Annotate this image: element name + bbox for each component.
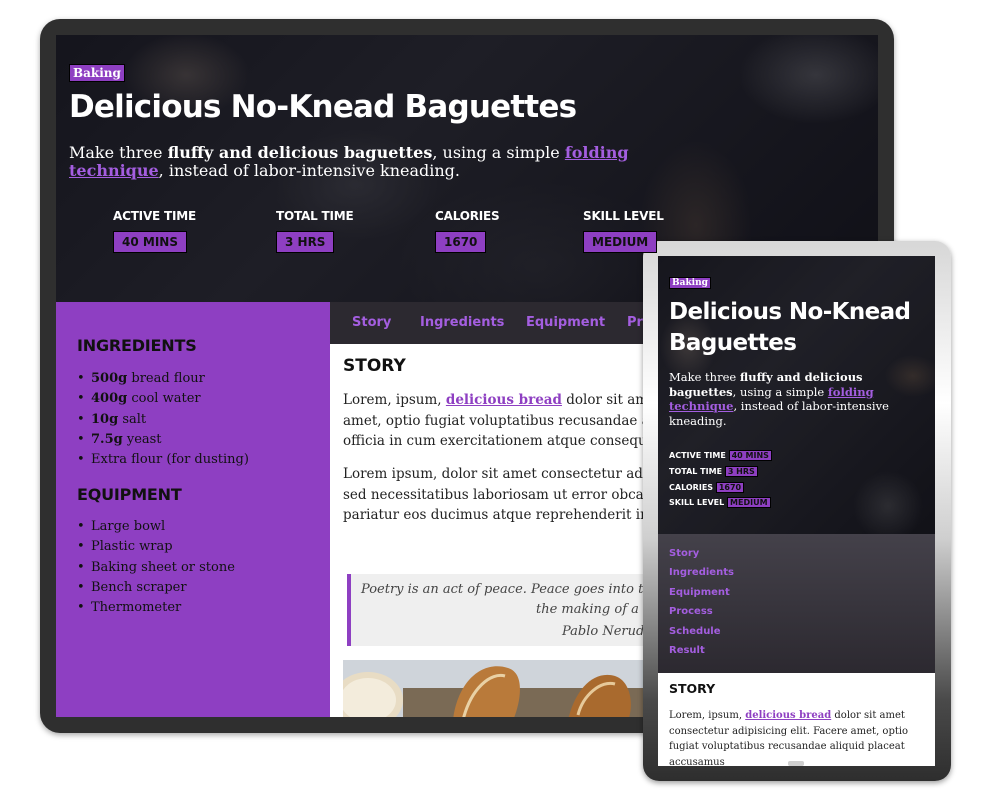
tablet-stat-calories: CALORIES 1670 [669, 482, 745, 493]
category-tag[interactable]: Baking [69, 64, 125, 82]
tablet-nav-process[interactable]: Process [669, 606, 713, 617]
ingredient-item: Extra flour (for dusting) [77, 450, 249, 471]
quote-text: Poetry is an act of peace. Peace goes in… [361, 582, 676, 597]
subtitle-text: Make three [69, 143, 168, 162]
tablet-nav-result[interactable]: Result [669, 645, 705, 656]
equipment-heading: EQUIPMENT [77, 485, 182, 504]
stat-value: 1670 [435, 231, 487, 253]
stat-label: SKILL LEVEL [583, 209, 664, 223]
ingredient-item: 7.5g yeast [77, 430, 249, 451]
stat-total-time: TOTAL TIME 3 HRS [276, 209, 354, 253]
equipment-item: Plastic wrap [77, 537, 235, 558]
stat-value: 40 MINS [113, 231, 187, 253]
tablet-screen: Baking Delicious No-Knead Baguettes Make… [658, 256, 935, 766]
tablet-delicious-bread-link[interactable]: delicious bread [745, 710, 831, 721]
tablet-stat-total-time: TOTAL TIME 3 HRS [669, 466, 758, 477]
subtitle-bold: fluffy and delicious baguettes [167, 143, 433, 162]
tablet-stat-skill-level: SKILL LEVEL MEDIUM [669, 497, 771, 508]
stat-calories: CALORIES 1670 [435, 209, 500, 253]
tablet-nav-schedule[interactable]: Schedule [669, 626, 721, 637]
tablet-hero-banner: Baking Delicious No-Knead Baguettes Make… [658, 256, 935, 534]
equipment-item: Large bowl [77, 517, 235, 538]
hero-subtitle: Make three fluffy and delicious baguette… [69, 144, 629, 180]
delicious-bread-link[interactable]: delicious bread [446, 392, 562, 408]
tablet-story-section: STORY Lorem, ipsum, delicious bread dolo… [658, 673, 935, 766]
stat-label: CALORIES [435, 209, 500, 223]
equipment-item: Bench scraper [77, 578, 235, 599]
ingredients-heading: INGREDIENTS [77, 336, 197, 355]
tablet-story-heading: STORY [669, 681, 716, 696]
stat-value: 3 HRS [276, 231, 335, 253]
tablet-page-title: Delicious No-Knead Baguettes [669, 299, 911, 356]
tablet-nav-equipment[interactable]: Equipment [669, 587, 730, 598]
stat-skill-level: SKILL LEVEL MEDIUM [583, 209, 664, 253]
quote-author: Pablo Neruda [562, 624, 653, 639]
recipe-sidebar: INGREDIENTS 500g bread flour 400g cool w… [56, 302, 330, 717]
stat-label: TOTAL TIME [276, 209, 354, 223]
ingredient-item: 10g salt [77, 410, 249, 431]
equipment-item: Thermometer [77, 598, 235, 619]
tablet-section-nav: Story Ingredients Equipment Process Sche… [658, 534, 935, 673]
tablet-stat-active-time: ACTIVE TIME 40 MINS [669, 450, 772, 461]
ingredient-item: 400g cool water [77, 389, 249, 410]
quote-text: the making of a bi [536, 602, 656, 617]
tablet-story-paragraph: Lorem, ipsum, delicious bread dolor sit … [669, 710, 909, 766]
stat-label: ACTIVE TIME [113, 209, 196, 223]
stat-active-time: ACTIVE TIME 40 MINS [113, 209, 196, 253]
tab-ingredients[interactable]: Ingredients [420, 315, 504, 330]
tablet-scroll-indicator[interactable] [788, 761, 804, 766]
tablet-category-tag[interactable]: Baking [669, 277, 711, 289]
tablet-device-frame: Baking Delicious No-Knead Baguettes Make… [643, 241, 951, 781]
subtitle-text: , using a simple [432, 143, 565, 162]
ingredient-item: 500g bread flour [77, 369, 249, 390]
ingredients-list: 500g bread flour 400g cool water 10g sal… [77, 369, 249, 471]
equipment-list: Large bowl Plastic wrap Baking sheet or … [77, 517, 235, 619]
tablet-nav-story[interactable]: Story [669, 548, 699, 559]
tab-equipment[interactable]: Equipment [526, 315, 605, 330]
tablet-hero-subtitle: Make three fluffy and delicious baguette… [669, 370, 889, 428]
page-title: Delicious No-Knead Baguettes [69, 89, 577, 125]
story-heading: STORY [343, 356, 406, 376]
tab-story[interactable]: Story [352, 315, 391, 330]
tablet-nav-ingredients[interactable]: Ingredients [669, 567, 734, 578]
subtitle-text: , instead of labor-intensive kneading. [158, 161, 460, 180]
equipment-item: Baking sheet or stone [77, 558, 235, 579]
stat-value: MEDIUM [583, 231, 658, 253]
